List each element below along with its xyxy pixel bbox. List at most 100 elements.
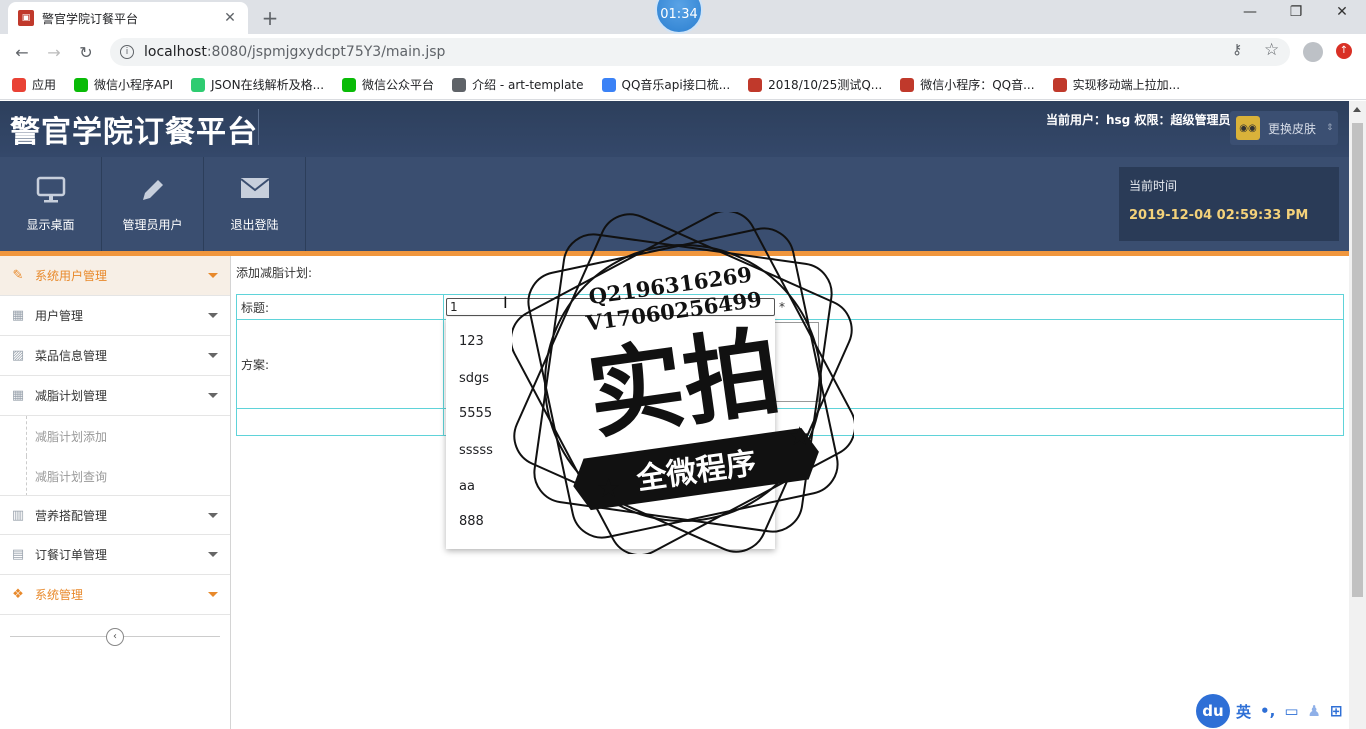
bookmark-item[interactable]: 微信小程序API <box>74 76 173 93</box>
browser-tab[interactable]: ▣ 警官学院订餐平台 ✕ <box>8 2 248 34</box>
pencil-icon: ✎ <box>12 268 24 283</box>
bookmark-item[interactable]: 微信公众平台 <box>342 76 434 93</box>
scroll-thumb[interactable] <box>1352 123 1363 597</box>
sidebar-item-label: 系统用户管理 <box>35 269 108 283</box>
breadcrumb: 添加减脂计划: <box>236 266 313 280</box>
sidebar-item-orders[interactable]: ▤ 订餐订单管理 <box>0 535 230 575</box>
suggestion-item[interactable]: 888 <box>459 514 484 529</box>
sidebar-item-label: 订餐订单管理 <box>35 548 108 562</box>
bookmark-item[interactable]: 实现移动端上拉加... <box>1052 76 1180 93</box>
sidebar-item-fat-loss-plan[interactable]: ▦ 减脂计划管理 <box>0 376 230 416</box>
profile-avatar[interactable] <box>1303 42 1323 62</box>
plan-label: 方案: <box>237 320 444 408</box>
address-bar[interactable]: i localhost:8080/jspmjgxydcpt75Y3/main.j… <box>110 38 1290 66</box>
browser-toolbar: ← → ↻ i localhost:8080/jspmjgxydcpt75Y3/… <box>0 34 1366 70</box>
sidebar-item-nutrition[interactable]: ▥ 营养搭配管理 <box>0 495 230 535</box>
stamp-big-text: 实拍 <box>581 315 787 453</box>
reload-icon[interactable]: ↻ <box>70 43 102 62</box>
close-window-icon[interactable]: ✕ <box>1322 4 1362 20</box>
bookmark-icon <box>191 77 206 92</box>
ime-punct-toggle[interactable]: •, <box>1260 702 1275 720</box>
collapse-sidebar-icon[interactable]: ‹ <box>106 628 124 646</box>
text-cursor-icon: I <box>503 293 508 312</box>
vertical-scrollbar[interactable] <box>1349 101 1366 729</box>
time-value: 2019-12-04 02:59:33 PM <box>1129 208 1309 223</box>
bookmark-item[interactable]: 2018/10/25测试Q... <box>748 76 882 93</box>
key-icon[interactable]: ⚷ <box>1232 42 1242 58</box>
restore-icon[interactable]: ❐ <box>1276 4 1316 20</box>
scroll-up-icon[interactable] <box>1353 107 1361 112</box>
bookmark-icon <box>12 77 26 92</box>
back-icon[interactable]: ← <box>6 43 38 62</box>
skin-avatar-icon: ◉◉ <box>1236 116 1260 140</box>
bookmark-item[interactable]: 介绍 - art-template <box>452 76 584 93</box>
bookmarks-bar: 应用 微信小程序API JSON在线解析及格... 微信公众平台 介绍 - art-te… <box>0 70 1366 100</box>
ime-lang-toggle[interactable]: 英 <box>1236 701 1251 722</box>
sidebar: ✎ 系统用户管理 ▦ 用户管理 ▨ 菜品信息管理 ▦ 减脂计划管理 减脂计划添加… <box>0 256 231 729</box>
sidebar-item-users[interactable]: ▦ 用户管理 <box>0 296 230 336</box>
app-title: 警官学院订餐平台 <box>10 115 258 150</box>
sidebar-item-label: 用户管理 <box>35 309 84 323</box>
sidebar-item-system-users[interactable]: ✎ 系统用户管理 <box>0 256 230 296</box>
bookmark-label: 介绍 - art-template <box>472 78 584 92</box>
title-divider <box>258 109 259 145</box>
tab-favicon-icon: ▣ <box>18 10 34 26</box>
skin-label: 更换皮肤 <box>1268 121 1317 136</box>
sidebar-item-label: 营养搭配管理 <box>35 508 108 523</box>
suggestion-item[interactable]: sdgs <box>459 371 489 386</box>
suggestion-item[interactable]: 5555 <box>459 406 492 421</box>
bookmark-item[interactable]: JSON在线解析及格... <box>191 76 324 93</box>
bookmark-item[interactable]: QQ音乐api接口梳... <box>601 76 730 93</box>
recording-timer: 01:34 <box>655 0 703 34</box>
caret-down-icon <box>208 273 218 278</box>
ime-user-icon[interactable]: ♟ <box>1308 702 1321 720</box>
pencil-icon <box>139 176 167 206</box>
bookmark-item[interactable]: 微信小程序：QQ音... <box>900 76 1035 93</box>
ime-skin-icon[interactable]: ▭ <box>1284 702 1298 720</box>
baidu-ime-logo[interactable]: du <box>1196 694 1230 728</box>
grid-icon: ▦ <box>11 388 25 403</box>
caret-down-icon <box>208 393 218 398</box>
sidebar-item-system[interactable]: ❖ 系统管理 <box>0 575 230 615</box>
bookmark-item[interactable]: 应用 <box>12 76 56 93</box>
suggestion-item[interactable]: aa <box>459 479 475 494</box>
sidebar-item-dishes[interactable]: ▨ 菜品信息管理 <box>0 336 230 376</box>
ime-menu-icon[interactable]: ⊞ <box>1330 702 1343 720</box>
bookmark-icon <box>342 77 357 92</box>
url-text: localhost:8080/jspmjgxydcpt75Y3/main.jsp <box>144 44 446 60</box>
sidebar-subitem-plan-query[interactable]: 减脂计划查询 <box>26 456 226 496</box>
sidebar-subitem-plan-add[interactable]: 减脂计划添加 <box>26 416 226 456</box>
sidebar-item-label: 减脂计划管理 <box>35 389 108 403</box>
suggestion-item[interactable]: 123 <box>459 334 484 349</box>
forward-icon[interactable]: → <box>38 43 70 62</box>
skin-chevron-icon: ⇕ <box>1326 123 1334 133</box>
envelope-icon <box>239 176 270 206</box>
minimize-icon[interactable]: — <box>1230 4 1270 20</box>
monitor-icon <box>36 176 66 206</box>
nav-logout[interactable]: 退出登陆 <box>204 157 306 251</box>
suggestion-item[interactable]: sssss <box>459 443 493 458</box>
sidebar-item-label: 菜品信息管理 <box>35 349 108 363</box>
bookmark-label: 2018/10/25测试Q... <box>768 78 883 92</box>
nav-show-desktop[interactable]: 显示桌面 <box>0 157 102 251</box>
grid-icon: ▦ <box>11 308 25 323</box>
dropbox-icon: ❖ <box>12 587 24 602</box>
info-icon[interactable]: i <box>120 45 134 59</box>
tab-close-icon[interactable]: ✕ <box>222 10 238 26</box>
nav-admin-user[interactable]: 管理员用户 <box>102 157 204 251</box>
new-tab-icon[interactable]: + <box>258 6 282 30</box>
star-icon[interactable]: ☆ <box>1264 40 1279 60</box>
sidebar-item-label: 系统管理 <box>35 588 84 602</box>
bookmark-label: 微信公众平台 <box>362 78 435 92</box>
skin-switcher[interactable]: ◉◉ 更换皮肤 ⇕ <box>1230 111 1338 145</box>
bookmark-icon <box>452 77 467 92</box>
bookmark-icon <box>601 77 616 92</box>
caret-down-icon <box>208 353 218 358</box>
caret-down-icon <box>208 552 218 557</box>
calendar-icon: ▤ <box>11 547 25 562</box>
bookmark-label: JSON在线解析及格... <box>211 78 325 92</box>
layout-icon: ▥ <box>11 507 25 523</box>
update-icon[interactable]: ↑ <box>1336 43 1352 59</box>
bookmark-label: 微信小程序API <box>94 78 174 92</box>
watermark-stamp: Q2196316269 V17060256499 实拍 全微程序 ★ ★ <box>512 212 854 554</box>
